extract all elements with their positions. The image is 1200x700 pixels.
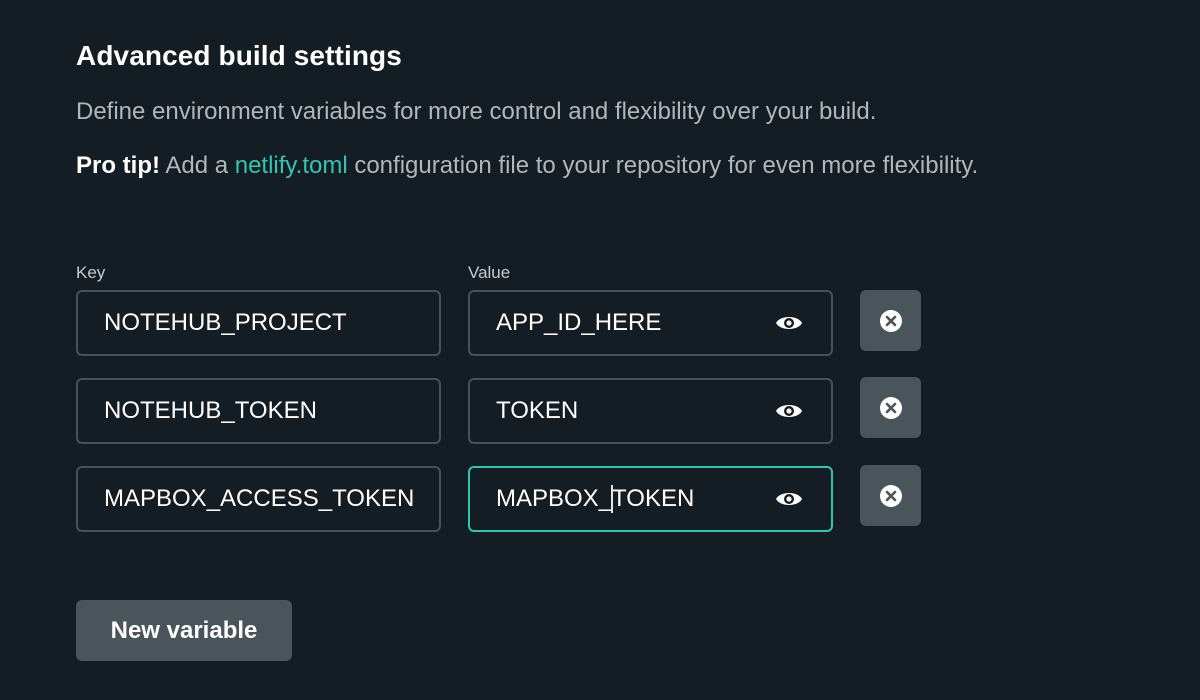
variable-value-text: APP_ID_HERE: [496, 309, 662, 336]
new-variable-button[interactable]: New variable: [76, 600, 292, 661]
variable-key-text: MAPBOX_ACCESS_TOKEN: [104, 485, 415, 512]
value-column-label: Value: [468, 263, 511, 282]
key-column-label: Key: [76, 263, 106, 282]
pro-tip: Pro tip! Add a netlify.toml configuratio…: [76, 152, 978, 180]
variable-value-text: TOKEN: [496, 397, 579, 424]
value-text-before-caret: MAPBOX_: [496, 484, 613, 512]
remove-variable-button[interactable]: [860, 290, 921, 351]
variable-key-input[interactable]: NOTEHUB_TOKEN: [76, 378, 441, 444]
variable-value-input[interactable]: APP_ID_HERE: [468, 290, 833, 356]
pro-tip-label: Pro tip!: [76, 152, 160, 179]
eye-icon[interactable]: [775, 489, 803, 509]
eye-icon[interactable]: [775, 401, 803, 421]
advanced-build-settings-panel: Advanced build settings Define environme…: [0, 0, 1200, 700]
remove-variable-button[interactable]: [860, 465, 921, 526]
netlify-toml-link[interactable]: netlify.toml: [235, 152, 348, 179]
close-circle-icon: [879, 396, 902, 419]
variable-key-text: NOTEHUB_TOKEN: [104, 397, 317, 424]
variable-key-input[interactable]: MAPBOX_ACCESS_TOKEN: [76, 466, 441, 532]
variable-key-text: NOTEHUB_PROJECT: [104, 309, 347, 336]
close-circle-icon: [879, 309, 902, 332]
close-circle-icon: [879, 484, 902, 507]
variable-value-text: MAPBOX_TOKEN: [496, 485, 694, 514]
variable-value-input[interactable]: TOKEN: [468, 378, 833, 444]
pro-tip-text-after: configuration file to your repository fo…: [347, 152, 979, 179]
section-title: Advanced build settings: [76, 40, 402, 71]
remove-variable-button[interactable]: [860, 377, 921, 438]
section-description: Define environment variables for more co…: [76, 98, 877, 125]
variable-value-input[interactable]: MAPBOX_TOKEN: [468, 466, 833, 532]
pro-tip-text-before: Add a: [160, 152, 235, 179]
variable-key-input[interactable]: NOTEHUB_PROJECT: [76, 290, 441, 356]
eye-icon[interactable]: [775, 313, 803, 333]
value-text-after-caret: TOKEN: [612, 484, 695, 512]
